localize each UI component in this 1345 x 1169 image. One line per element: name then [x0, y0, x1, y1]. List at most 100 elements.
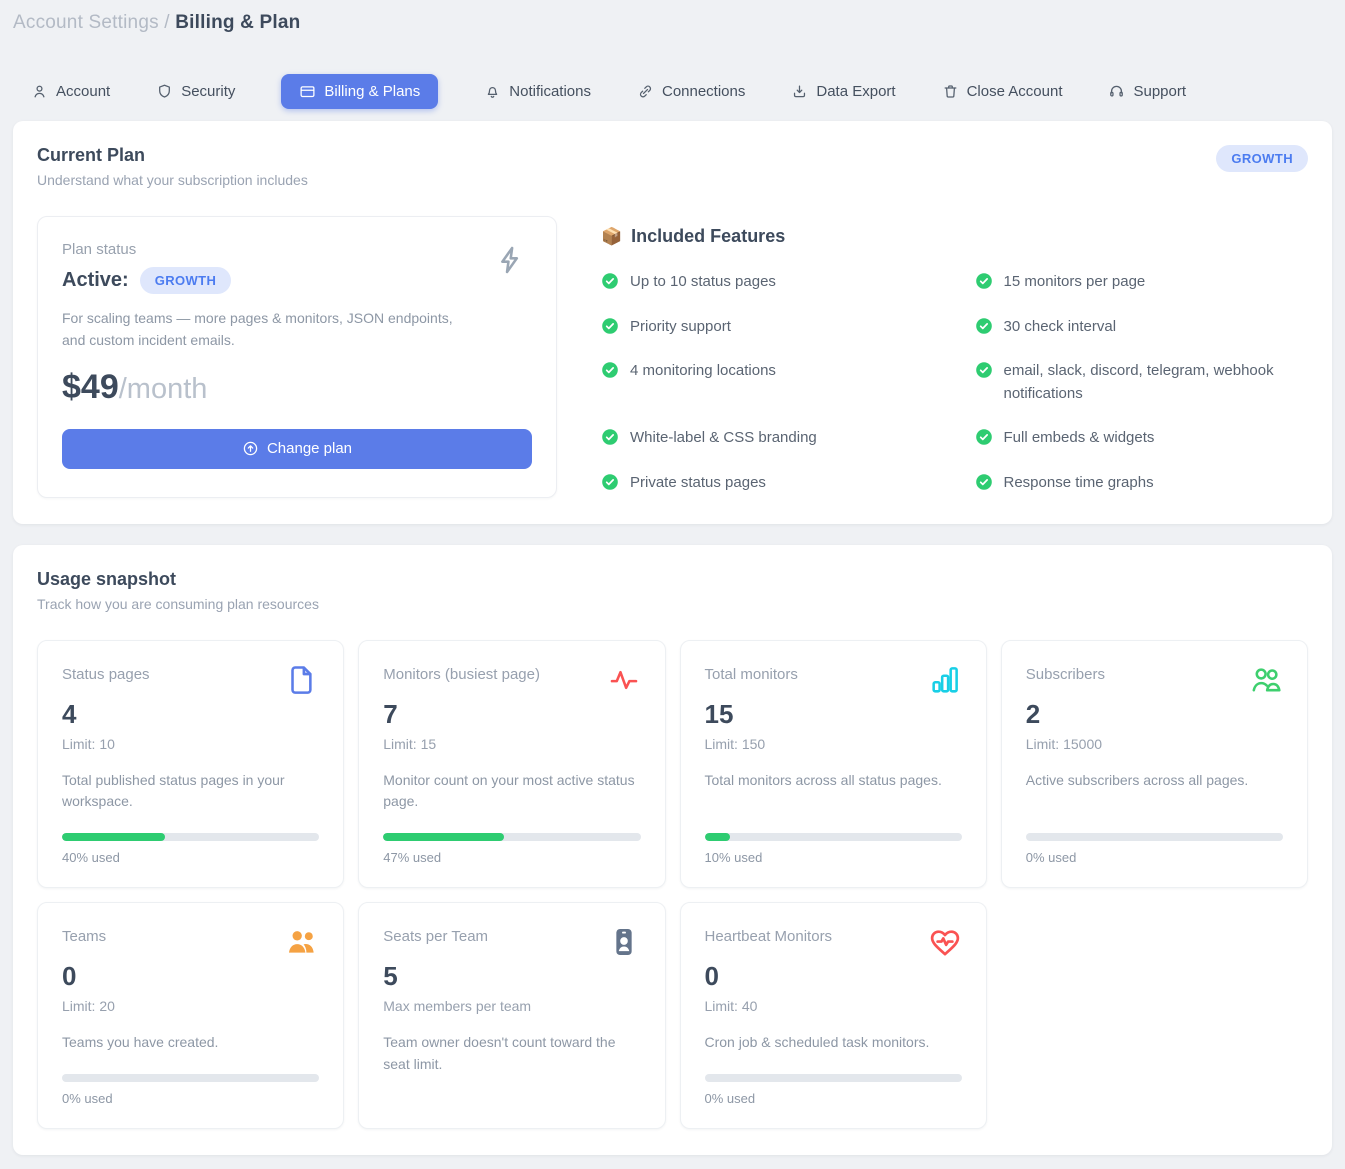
- price-amount: $49: [62, 368, 119, 407]
- check-circle-icon: [975, 428, 993, 446]
- usage-card-description: Monitor count on your most active status…: [383, 770, 640, 813]
- file-icon: [285, 663, 319, 697]
- usage-progress-fill: [383, 833, 504, 841]
- usage-progress-track: [383, 833, 640, 841]
- feature-label: 30 check interval: [1004, 316, 1117, 339]
- feature-label: Private status pages: [630, 472, 766, 495]
- plan-status-card: Plan status Active: GROWTH For scaling t…: [37, 216, 557, 498]
- usage-card-description: Total monitors across all status pages.: [705, 770, 962, 792]
- usage-title: Usage snapshot: [37, 569, 319, 590]
- feature-item: 4 monitoring locations: [601, 360, 935, 405]
- usage-card-value: 2: [1026, 699, 1283, 730]
- usage-card: Status pages4Limit: 10Total published st…: [37, 640, 344, 888]
- credit-card-icon: [299, 83, 316, 100]
- usage-card-value: 0: [705, 961, 962, 992]
- plan-status-label: Plan status: [62, 241, 532, 258]
- usage-card: Heartbeat Monitors0Limit: 40Cron job & s…: [680, 902, 987, 1129]
- usage-card-label: Total monitors: [705, 663, 798, 683]
- usage-card: Subscribers2Limit: 15000Active subscribe…: [1001, 640, 1308, 888]
- check-circle-icon: [975, 361, 993, 379]
- feature-label: email, slack, discord, telegram, webhook…: [1004, 360, 1309, 405]
- usage-cards-grid: Status pages4Limit: 10Total published st…: [37, 640, 1308, 1129]
- users-filled-icon: [285, 925, 319, 959]
- included-features: 📦 Included Features Up to 10 status page…: [601, 216, 1308, 498]
- usage-card-sublabel: Limit: 15: [383, 736, 640, 752]
- usage-card: Total monitors15Limit: 150Total monitors…: [680, 640, 987, 888]
- usage-titles: Usage snapshot Track how you are consumi…: [37, 569, 319, 612]
- usage-percent-label: 0% used: [1026, 850, 1283, 865]
- up-circle-icon: [242, 440, 259, 457]
- usage-progress: 10% used: [705, 813, 962, 865]
- usage-card-sublabel: Limit: 20: [62, 998, 319, 1014]
- tab-label: Support: [1133, 83, 1186, 100]
- feature-item: White-label & CSS branding: [601, 427, 935, 450]
- package-icon: 📦: [601, 227, 622, 247]
- feature-label: White-label & CSS branding: [630, 427, 817, 450]
- bar-chart-icon: [928, 663, 962, 697]
- breadcrumb: Account Settings / Billing & Plan: [13, 12, 1332, 34]
- price-period: /month: [119, 373, 208, 406]
- usage-card: Teams0Limit: 20Teams you have created.0%…: [37, 902, 344, 1129]
- usage-card-value: 15: [705, 699, 962, 730]
- tab-notifications[interactable]: Notifications: [484, 74, 591, 109]
- usage-progress: 47% used: [383, 813, 640, 865]
- usage-progress-track: [1026, 833, 1283, 841]
- feature-item: 30 check interval: [975, 316, 1309, 339]
- feature-label: 4 monitoring locations: [630, 360, 776, 383]
- tab-bar: Account Security Billing & Plans Notificati…: [13, 74, 1332, 109]
- usage-panel: Usage snapshot Track how you are consumi…: [13, 545, 1332, 1155]
- usage-card-label: Status pages: [62, 663, 150, 683]
- plan-badge: GROWTH: [1216, 145, 1308, 172]
- feature-label: Priority support: [630, 316, 731, 339]
- usage-card: Monitors (busiest page)7Limit: 15Monitor…: [358, 640, 665, 888]
- tab-support[interactable]: Support: [1108, 74, 1186, 109]
- usage-card-label: Subscribers: [1026, 663, 1105, 683]
- tab-label: Close Account: [967, 83, 1063, 100]
- trash-icon: [942, 83, 959, 100]
- heart-pulse-icon: [928, 925, 962, 959]
- usage-progress: 0% used: [1026, 813, 1283, 865]
- change-plan-label: Change plan: [267, 440, 352, 457]
- usage-card-top: Subscribers: [1026, 663, 1283, 697]
- features-grid: Up to 10 status pages15 monitors per pag…: [601, 271, 1308, 494]
- included-features-title: Included Features: [631, 226, 785, 247]
- tab-close-account[interactable]: Close Account: [942, 74, 1063, 109]
- feature-label: Full embeds & widgets: [1004, 427, 1155, 450]
- feature-item: 15 monitors per page: [975, 271, 1309, 294]
- tab-label: Account: [56, 83, 110, 100]
- usage-progress: 40% used: [62, 813, 319, 865]
- usage-card-value: 0: [62, 961, 319, 992]
- tab-account[interactable]: Account: [31, 74, 110, 109]
- usage-percent-label: 40% used: [62, 850, 319, 865]
- activity-icon: [607, 663, 641, 697]
- usage-head: Usage snapshot Track how you are consumi…: [37, 569, 1308, 612]
- usage-card-sublabel: Limit: 40: [705, 998, 962, 1014]
- bolt-icon: [494, 243, 528, 277]
- tab-label: Billing & Plans: [324, 83, 420, 100]
- included-features-head: 📦 Included Features: [601, 226, 1308, 247]
- usage-card-description: Active subscribers across all pages.: [1026, 770, 1283, 792]
- current-plan-head: Current Plan Understand what your subscr…: [37, 145, 1308, 188]
- tab-billing-plans[interactable]: Billing & Plans: [281, 74, 438, 109]
- change-plan-button[interactable]: Change plan: [62, 429, 532, 469]
- check-circle-icon: [601, 272, 619, 290]
- check-circle-icon: [975, 272, 993, 290]
- users-icon: [1249, 663, 1283, 697]
- usage-progress: 0% used: [705, 1054, 962, 1106]
- usage-card-label: Heartbeat Monitors: [705, 925, 833, 945]
- tab-label: Notifications: [509, 83, 591, 100]
- tab-security[interactable]: Security: [156, 74, 235, 109]
- plan-status-badge: GROWTH: [140, 267, 232, 294]
- plan-status-value: Active:: [62, 269, 129, 292]
- id-badge-icon: [607, 925, 641, 959]
- usage-card-top: Teams: [62, 925, 319, 959]
- usage-card-top: Heartbeat Monitors: [705, 925, 962, 959]
- user-icon: [31, 83, 48, 100]
- billing-page: Account Settings / Billing & Plan Accoun…: [0, 0, 1345, 1169]
- tab-data-export[interactable]: Data Export: [791, 74, 895, 109]
- current-plan-titles: Current Plan Understand what your subscr…: [37, 145, 308, 188]
- tab-label: Security: [181, 83, 235, 100]
- check-circle-icon: [601, 428, 619, 446]
- plan-description: For scaling teams — more pages & monitor…: [62, 307, 472, 352]
- tab-connections[interactable]: Connections: [637, 74, 745, 109]
